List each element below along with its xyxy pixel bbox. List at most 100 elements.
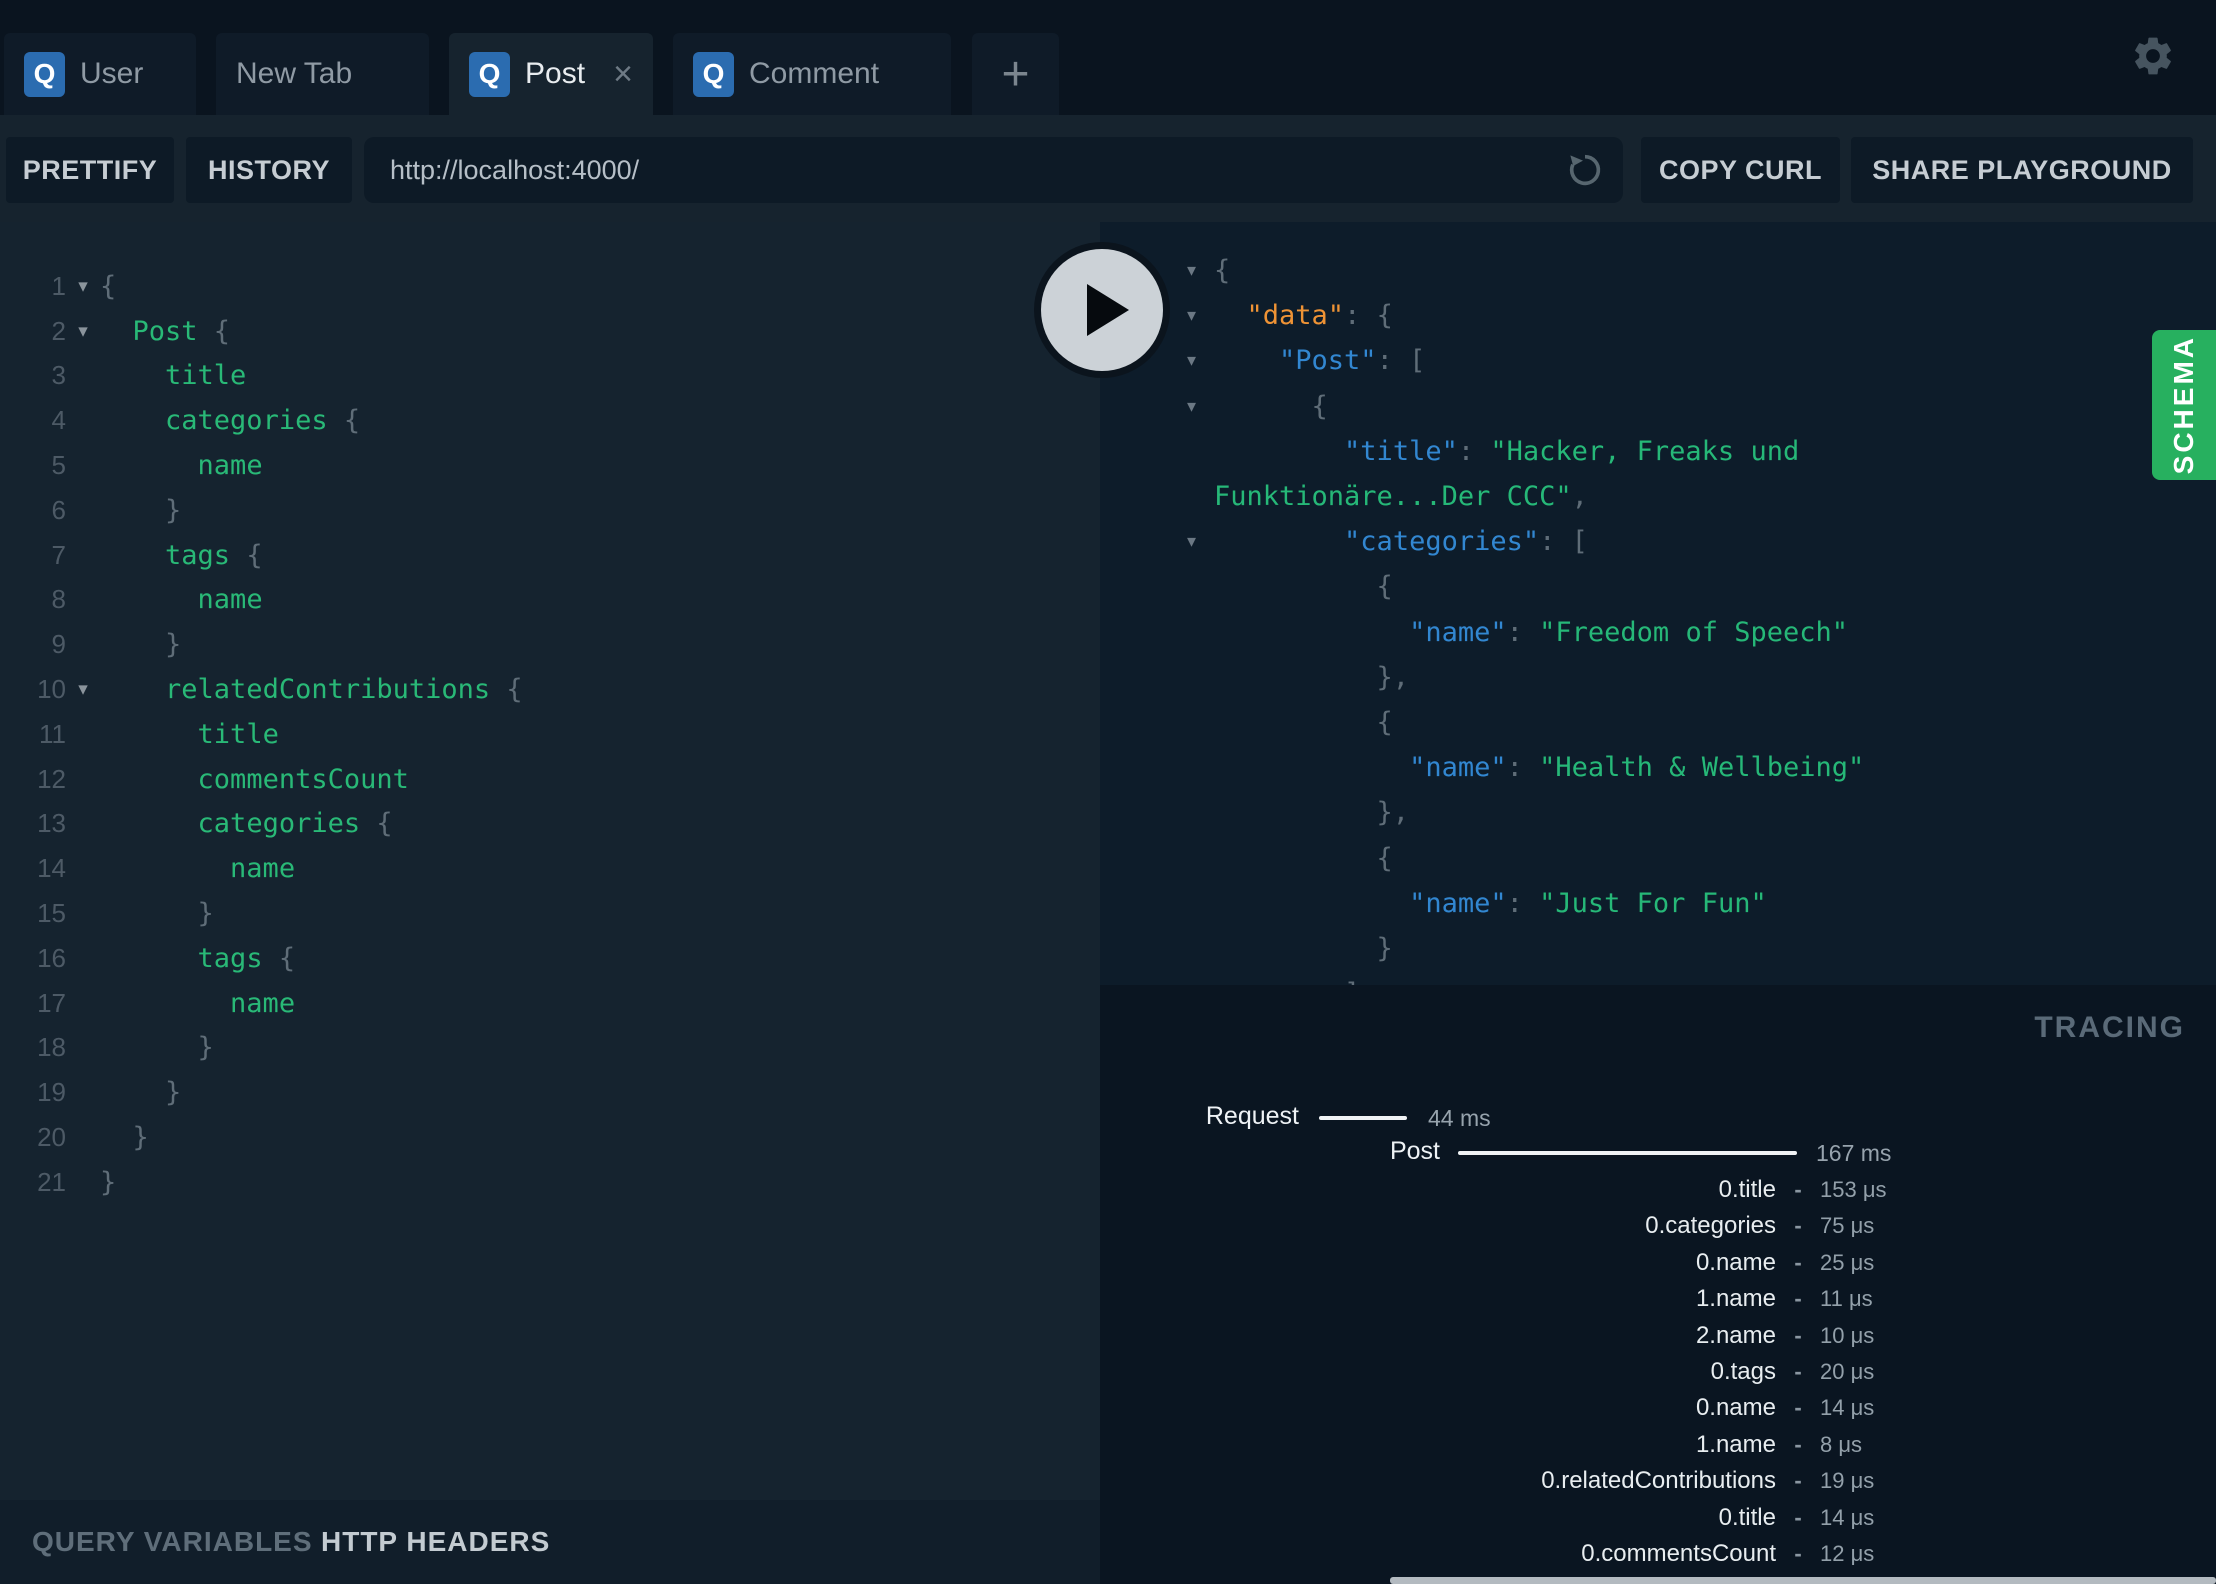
tab-http-headers[interactable]: HTTP HEADERS [321,1500,550,1584]
trace-resolver-row: 0.name -14 μs [1100,1390,2216,1426]
trace-resolver-duration: 12 μs [1820,1541,1875,1566]
endpoint-url-bar [364,137,1623,203]
response-line: ▾ ] [1100,971,2216,985]
line-number: 14 [37,853,66,884]
trace-resolver-duration: 19 μs [1820,1468,1875,1494]
response-code: "categories": [ [1344,526,1588,558]
query-line: 13▾ categories { [0,802,1100,847]
query-code: } [100,898,214,930]
line-number: 3 [51,360,66,391]
response-code: }, [1214,797,1410,829]
tab-bar: Q User New Tab Q Post × Q Comment [4,33,951,115]
fold-arrow-icon[interactable]: ▾ [66,320,100,343]
trace-dash-icon: - [1794,1359,1802,1384]
query-line: 10 ▾ relatedContributions { [0,667,1100,712]
query-code: tags { [165,539,263,571]
trace-request-label: Request [1205,1102,1299,1130]
tracing-title: TRACING [2034,1011,2185,1044]
trace-post-bar [1458,1151,1797,1155]
response-line: ▾ "data": { [1100,293,2216,338]
query-line: 7▾ tags { [0,533,1100,578]
response-line: ▾ { [1100,564,2216,609]
trace-resolver-duration: 14 μs [1820,1395,1875,1421]
history-button[interactable]: HISTORY [186,137,352,203]
editor-footer: QUERY VARIABLES HTTP HEADERS [0,1500,1100,1584]
response-code: { [1214,255,1231,287]
response-code: "name": "Just For Fun" [1409,887,1767,919]
copy-curl-button[interactable]: COPY CURL [1641,137,1840,203]
query-code: categories { [197,808,393,840]
tab-post[interactable]: Q Post × [449,33,653,115]
query-lines: 1▾{2▾ Post {3▾ title4▾ categories {5▾ na… [0,222,1100,1205]
share-playground-button[interactable]: SHARE PLAYGROUND [1851,137,2193,203]
response-code: }, [1214,661,1410,693]
query-code: } [100,1032,214,1064]
trace-resolver-label: 0.categories [1645,1212,1776,1240]
trace-resolver-label: 0.relatedContributions [1541,1467,1776,1495]
schema-side-tab[interactable]: SCHEMA [2152,330,2216,480]
trace-resolver-row: 0.categories -75 μs [1100,1208,2216,1244]
line-number: 17 [37,987,66,1018]
trace-dash-icon: - [1794,1249,1802,1275]
fold-arrow-icon[interactable]: ▾ [66,275,100,298]
trace-resolver-row: 1.name -8 μs [1100,1427,2216,1463]
query-editor[interactable]: 1▾{2▾ Post {3▾ title4▾ categories {5▾ na… [0,222,1100,1500]
query-line: 17▾ name [0,981,1100,1026]
query-code: } [100,494,182,526]
tracing-panel: TRACING Request 44 ms Post 167 ms 0.titl… [1100,985,2216,1584]
trace-dash-icon: - [1794,1468,1802,1494]
trace-resolver-label: 2.name [1695,1321,1776,1349]
line-number: 11 [39,718,66,749]
trace-request-duration: 44 ms [1428,1105,1491,1131]
trace-resolver-duration: 153 μs [1820,1177,1887,1202]
query-badge-icon: Q [693,51,734,97]
settings-gear-icon[interactable] [2130,33,2176,79]
line-number: 16 [37,942,66,973]
collapse-arrow-icon[interactable]: ▾ [1100,531,1208,552]
trace-resolver-duration: 20 μs [1820,1359,1875,1384]
trace-post-duration: 167 ms [1816,1140,1892,1166]
response-code: "Post": [ [1279,345,1426,377]
fold-arrow-icon[interactable]: ▾ [66,678,100,701]
response-code: } [1214,932,1393,964]
query-code: name [230,987,296,1019]
trace-resolver-row: 2.name -10 μs [1100,1318,2216,1354]
trace-resolver-duration: 8 μs [1820,1431,1863,1457]
tab-query-variables[interactable]: QUERY VARIABLES [32,1500,313,1584]
tab-user[interactable]: Q User [4,33,196,115]
add-tab-button[interactable]: + [972,33,1059,115]
query-line: 20▾ } [0,1115,1100,1160]
line-number: 6 [51,494,66,525]
line-number: 10 [37,674,66,705]
response-line: ▾ "categories": [ [1100,519,2216,564]
query-line: 12▾ commentsCount [0,757,1100,802]
response-line: ▾ "title": "Hacker, Freaks und [1100,429,2216,474]
prettify-button[interactable]: PRETTIFY [6,137,174,203]
execute-query-button[interactable] [1034,242,1170,378]
close-tab-icon[interactable]: × [601,57,633,91]
reload-schema-icon[interactable] [1565,150,1605,190]
response-code: "name": "Health & Wellbeing" [1409,752,1865,784]
endpoint-url-input[interactable] [364,154,1565,186]
trace-resolver-label: 0.title [1718,1503,1776,1531]
line-number: 20 [37,1122,66,1153]
tab-comment[interactable]: Q Comment [673,33,951,115]
response-line: ▾{ [1100,248,2216,293]
trace-resolver-row: 0.tags -20 μs [1100,1354,2216,1390]
response-line: ▾ { [1100,700,2216,745]
response-line: ▾ { [1100,384,2216,429]
query-code: name [230,853,296,885]
query-line: 4▾ categories { [0,398,1100,443]
trace-resolver-row: 0.title -14 μs [1100,1500,2216,1536]
line-number: 8 [51,584,66,615]
trace-resolver-row: 0.title -153 μs [1100,1172,2216,1208]
collapse-arrow-icon[interactable]: ▾ [1100,396,1208,417]
query-line: 9▾ } [0,622,1100,667]
tab-new-tab[interactable]: New Tab [216,33,429,115]
query-line: 6▾ } [0,488,1100,533]
tracing-horizontal-scrollbar[interactable] [1390,1577,2216,1584]
trace-post-label: Post [1389,1137,1440,1165]
response-code: "name": "Freedom of Speech" [1409,616,1848,648]
trace-request-bar [1319,1116,1407,1120]
response-line: ▾ } [1100,926,2216,971]
